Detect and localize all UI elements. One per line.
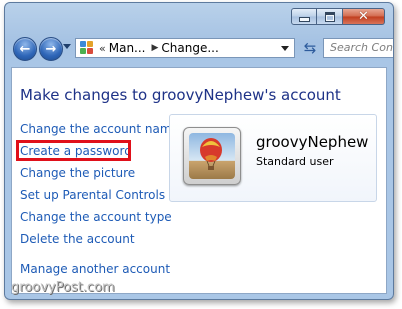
forward-arrow-icon: → bbox=[45, 41, 57, 57]
hot-air-balloon-icon bbox=[189, 133, 235, 179]
navigation-bar: ← → « Man... ▶ Change... ⇆ Search Con... bbox=[11, 35, 393, 63]
create-password-link[interactable]: Create a password bbox=[20, 140, 179, 162]
parental-controls-link[interactable]: Set up Parental Controls bbox=[20, 184, 179, 206]
address-bar[interactable]: « Man... ▶ Change... bbox=[75, 38, 295, 58]
breadcrumb-manage-accounts[interactable]: Man... bbox=[109, 41, 146, 55]
change-account-type-link[interactable]: Change the account type bbox=[20, 206, 179, 228]
user-account-type: Standard user bbox=[256, 155, 334, 168]
change-account-name-link[interactable]: Change the account name bbox=[20, 118, 179, 140]
refresh-button[interactable]: ⇆ bbox=[301, 40, 319, 56]
delete-account-link[interactable]: Delete the account bbox=[20, 228, 179, 250]
maximize-button[interactable] bbox=[317, 8, 343, 25]
watermark: groovyPost.com bbox=[11, 280, 115, 295]
search-input[interactable]: Search Con... bbox=[323, 38, 393, 58]
address-dropdown-icon[interactable] bbox=[281, 45, 289, 51]
recent-pages-dropdown-icon[interactable] bbox=[63, 44, 71, 49]
back-arrow-icon: ← bbox=[19, 41, 31, 57]
close-button[interactable]: ✕ bbox=[343, 8, 385, 25]
control-panel-window: ✕ ← → « Man... ▶ Change... ⇆ Search Con … bbox=[4, 2, 394, 300]
back-button[interactable]: ← bbox=[13, 37, 37, 61]
close-icon: ✕ bbox=[358, 9, 369, 24]
breadcrumb-change-account[interactable]: Change... bbox=[161, 41, 218, 55]
task-list: Change the account name Create a passwor… bbox=[20, 118, 179, 280]
user-account-tile: groovyNephew Standard user bbox=[169, 114, 377, 202]
manage-another-account-link[interactable]: Manage another account bbox=[20, 258, 179, 280]
page-title: Make changes to groovyNephew's account bbox=[20, 86, 341, 104]
address-overflow-marker[interactable]: « bbox=[99, 42, 106, 55]
minimize-button[interactable] bbox=[291, 8, 317, 25]
avatar bbox=[183, 127, 241, 185]
control-panel-icon bbox=[80, 41, 94, 55]
change-picture-link[interactable]: Change the picture bbox=[20, 162, 179, 184]
caption-buttons: ✕ bbox=[291, 8, 385, 25]
breadcrumb-chevron-icon[interactable]: ▶ bbox=[152, 43, 159, 53]
content-pane: Make changes to groovyNephew's account C… bbox=[11, 67, 387, 294]
user-name: groovyNephew bbox=[256, 133, 369, 151]
minimize-icon bbox=[298, 17, 310, 22]
maximize-icon bbox=[324, 11, 335, 22]
forward-button[interactable]: → bbox=[39, 37, 63, 61]
refresh-icon: ⇆ bbox=[303, 39, 317, 57]
